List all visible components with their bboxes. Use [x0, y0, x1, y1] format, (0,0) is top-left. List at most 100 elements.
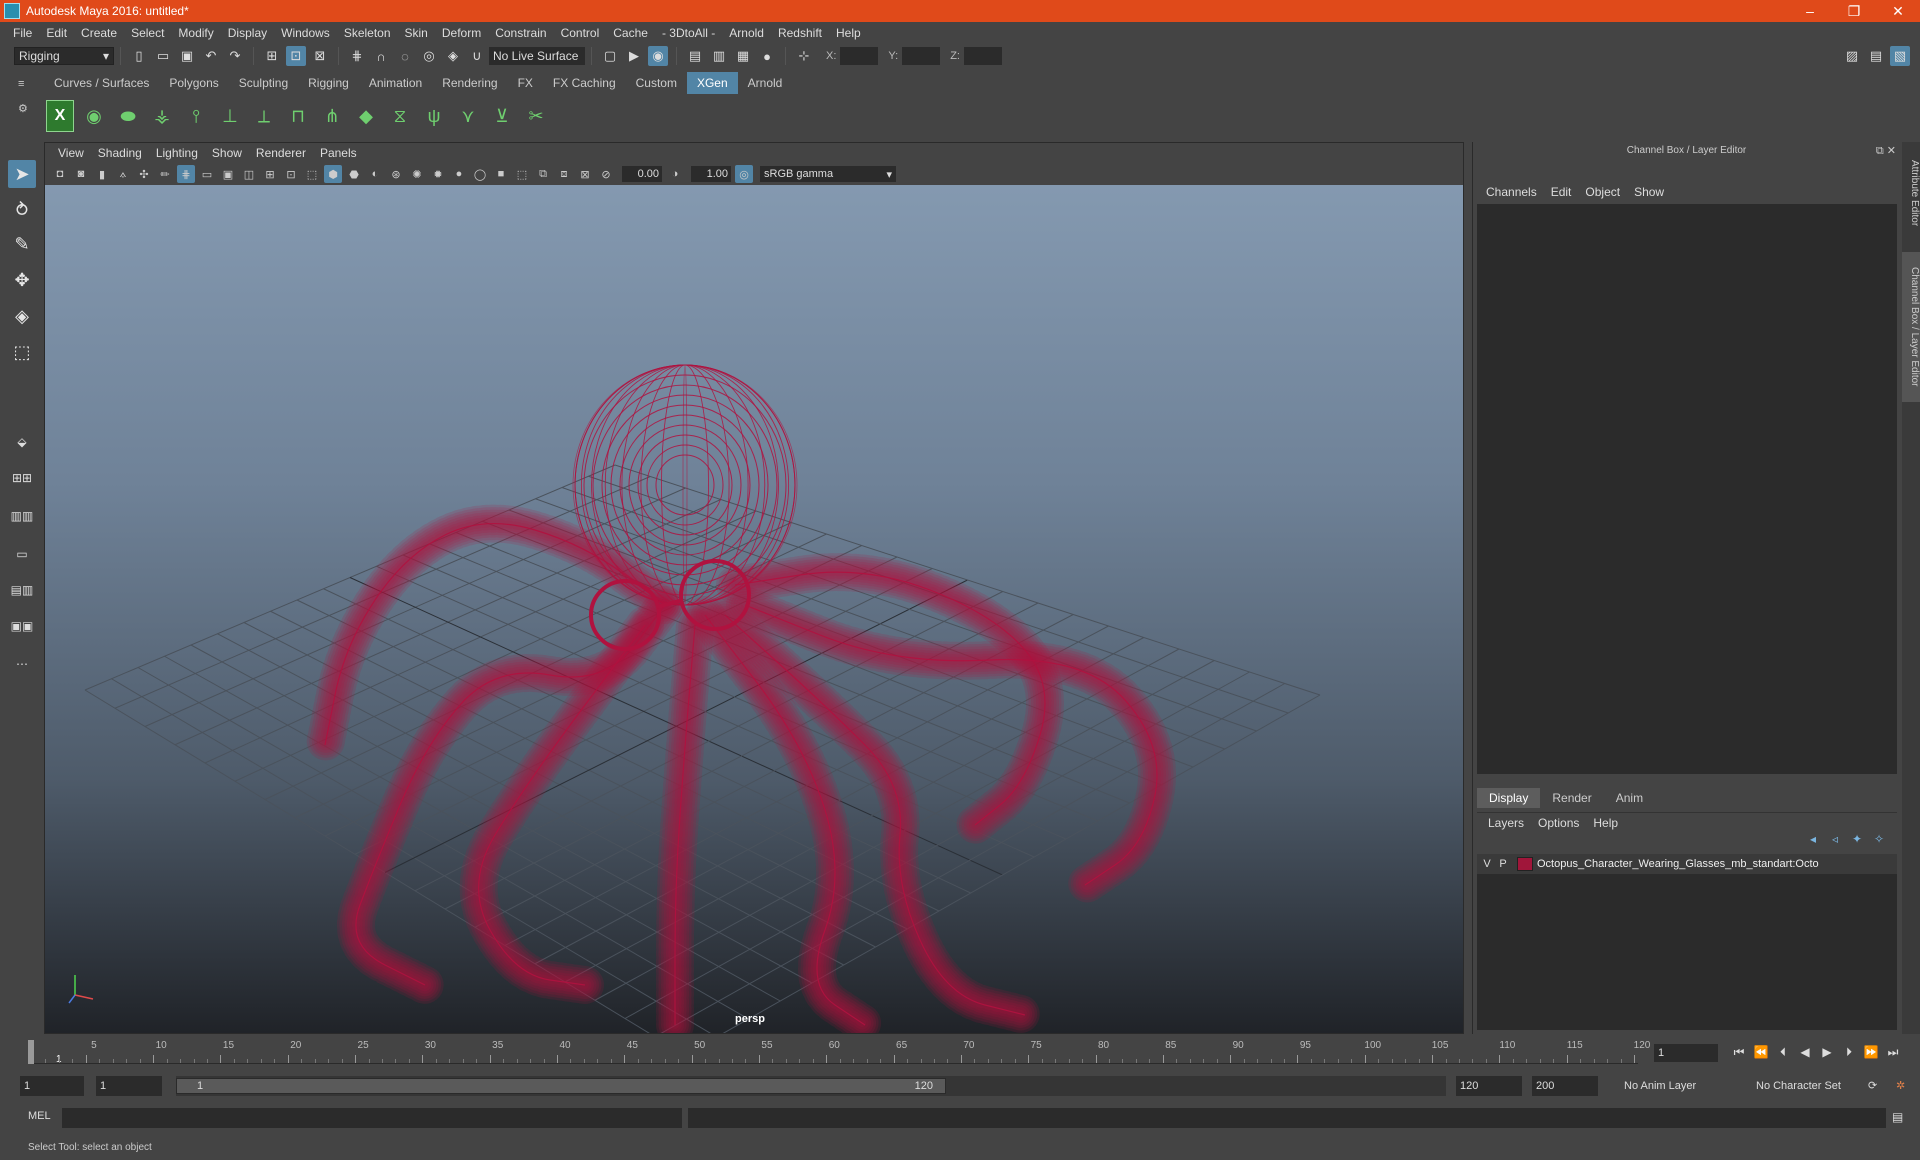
- snap-surface-icon[interactable]: ◈: [443, 46, 463, 66]
- xgen-lock-guide-icon[interactable]: ⊓: [284, 100, 312, 132]
- textured-icon[interactable]: ⊛: [387, 165, 405, 183]
- ambient-occlusion-icon[interactable]: ●: [450, 165, 468, 183]
- layer-row[interactable]: V P Octopus_Character_Wearing_Glasses_mb…: [1477, 854, 1897, 874]
- command-language-label[interactable]: MEL: [28, 1110, 51, 1122]
- current-frame-field[interactable]: 1: [1654, 1044, 1718, 1062]
- menu-create[interactable]: Create: [74, 26, 124, 40]
- channel-box-menu-object[interactable]: Object: [1578, 185, 1627, 199]
- xgen-preview-icon[interactable]: ◉: [80, 100, 108, 132]
- viewport-menu-shading[interactable]: Shading: [91, 146, 149, 160]
- film-gate-icon[interactable]: ▭: [198, 165, 216, 183]
- layer-tab-render[interactable]: Render: [1540, 788, 1604, 808]
- gate-mask-icon[interactable]: ◫: [240, 165, 258, 183]
- select-hierarchy-icon[interactable]: ⊞: [262, 46, 282, 66]
- xgen-groom-icon[interactable]: ⋔: [318, 100, 346, 132]
- magnet-icon[interactable]: ∪: [467, 46, 487, 66]
- wireframe-icon[interactable]: ⬢: [324, 165, 342, 183]
- menu-help[interactable]: Help: [829, 26, 868, 40]
- 2d-pan-zoom-icon[interactable]: ✣: [135, 165, 153, 183]
- script-editor-icon[interactable]: ▤: [1892, 1110, 1903, 1124]
- shelf-tab-xgen[interactable]: XGen: [686, 72, 738, 94]
- layer-color-swatch[interactable]: [1517, 857, 1533, 871]
- menu-cache[interactable]: Cache: [606, 26, 655, 40]
- shelf-tab-fx[interactable]: FX: [507, 72, 543, 94]
- layer-menu-help[interactable]: Help: [1586, 816, 1625, 830]
- persp-hypershade-layout-icon[interactable]: ▣▣: [8, 614, 36, 638]
- snap-point-icon[interactable]: ◌: [395, 46, 415, 66]
- xgen-sculpt-guide-icon[interactable]: ⟂: [250, 100, 278, 132]
- motion-blur-icon[interactable]: ◯: [471, 165, 489, 183]
- gamma-icon[interactable]: ◑: [666, 165, 684, 183]
- viewport-menu-show[interactable]: Show: [205, 146, 249, 160]
- menu-3dtoall[interactable]: - 3DtoAll -: [655, 26, 722, 40]
- layer-tab-display[interactable]: Display: [1477, 788, 1541, 808]
- rotate-tool-icon[interactable]: ◈: [8, 302, 36, 330]
- live-surface-field[interactable]: No Live Surface: [489, 47, 585, 65]
- input-output-icon[interactable]: ▢: [600, 46, 620, 66]
- side-tab-attribute-editor[interactable]: Attribute Editor: [1902, 148, 1920, 238]
- z-field[interactable]: [963, 47, 1002, 65]
- layer-menu-options[interactable]: Options: [1531, 816, 1586, 830]
- attribute-editor-toggle-icon[interactable]: ▤: [1866, 46, 1886, 66]
- channel-box-body[interactable]: [1477, 204, 1897, 774]
- grid-icon[interactable]: ⋕: [177, 165, 195, 183]
- xgen-brush-icon[interactable]: ⋎: [454, 100, 482, 132]
- menu-deform[interactable]: Deform: [435, 26, 488, 40]
- animation-start-field[interactable]: 1: [20, 1076, 84, 1096]
- character-set-select[interactable]: No Character Set: [1752, 1076, 1862, 1096]
- menu-display[interactable]: Display: [221, 26, 274, 40]
- image-plane-icon[interactable]: ⟑: [114, 165, 132, 183]
- select-component-icon[interactable]: ⊠: [310, 46, 330, 66]
- go-to-start-icon[interactable]: ⏮: [1728, 1042, 1750, 1062]
- channel-box-menu-show[interactable]: Show: [1627, 185, 1671, 199]
- channel-box-toggle-icon[interactable]: ▧: [1890, 46, 1910, 66]
- shelf-tab-rigging[interactable]: Rigging: [298, 72, 359, 94]
- new-empty-layer-icon[interactable]: ✦: [1846, 832, 1868, 850]
- ipr-render-icon[interactable]: ▥: [709, 46, 729, 66]
- current-time-marker[interactable]: [28, 1040, 34, 1064]
- xray-joints-icon[interactable]: ⧈: [555, 165, 573, 183]
- hypershade-icon[interactable]: ●: [757, 46, 777, 66]
- menu-windows[interactable]: Windows: [274, 26, 337, 40]
- menu-skin[interactable]: Skin: [398, 26, 435, 40]
- range-bar[interactable]: 1 120: [176, 1076, 1446, 1096]
- menu-constrain[interactable]: Constrain: [488, 26, 553, 40]
- shelf-tab-curves-surfaces[interactable]: Curves / Surfaces: [44, 72, 160, 94]
- layer-visibility-toggle[interactable]: V: [1481, 858, 1493, 870]
- camera-attributes-icon[interactable]: ◙: [72, 165, 90, 183]
- outliner-layout-icon[interactable]: ⋯: [8, 652, 36, 676]
- scale-tool-icon[interactable]: ⬚: [8, 338, 36, 366]
- move-tool-icon[interactable]: ✥: [8, 266, 36, 294]
- layer-tab-anim[interactable]: Anim: [1603, 788, 1656, 808]
- menu-skeleton[interactable]: Skeleton: [337, 26, 398, 40]
- xgen-add-guide-icon[interactable]: ⫯: [182, 100, 210, 132]
- undo-icon[interactable]: ↶: [201, 46, 221, 66]
- range-handle[interactable]: 1 120: [176, 1078, 946, 1094]
- persp-outliner-layout-icon[interactable]: ▭: [8, 542, 36, 566]
- render-frame-icon[interactable]: ▤: [685, 46, 705, 66]
- animation-preferences-icon[interactable]: ✲: [1892, 1076, 1914, 1096]
- anti-aliasing-icon[interactable]: ■: [492, 165, 510, 183]
- shelf-tab-arnold[interactable]: Arnold: [737, 72, 793, 94]
- new-scene-icon[interactable]: ▯: [129, 46, 149, 66]
- gamma-field[interactable]: 1.00: [691, 166, 731, 182]
- save-scene-icon[interactable]: ▣: [177, 46, 197, 66]
- xgen-delete-icon[interactable]: ✂: [522, 100, 550, 132]
- xray-icon[interactable]: ⧉: [534, 165, 552, 183]
- step-forward-key-icon[interactable]: ⏵: [1838, 1042, 1860, 1062]
- play-backwards-icon[interactable]: ◀: [1794, 1042, 1816, 1062]
- snap-view-plane-icon[interactable]: ◎: [419, 46, 439, 66]
- play-forwards-icon[interactable]: ▶: [1816, 1042, 1838, 1062]
- menu-modify[interactable]: Modify: [171, 26, 220, 40]
- x-field[interactable]: [840, 47, 879, 65]
- isolate-select-icon[interactable]: ⬚: [513, 165, 531, 183]
- restore-button[interactable]: ❐: [1832, 0, 1876, 22]
- paint-select-tool-icon[interactable]: ✎: [8, 230, 36, 258]
- grease-pencil-icon[interactable]: ✏: [156, 165, 174, 183]
- snap-curve-icon[interactable]: ∩: [371, 46, 391, 66]
- wireframe-on-shaded-icon[interactable]: ◐: [366, 165, 384, 183]
- command-input[interactable]: [62, 1108, 682, 1128]
- render-settings-icon[interactable]: ▦: [733, 46, 753, 66]
- render-view-icon[interactable]: ◉: [648, 46, 668, 66]
- menu-select[interactable]: Select: [124, 26, 171, 40]
